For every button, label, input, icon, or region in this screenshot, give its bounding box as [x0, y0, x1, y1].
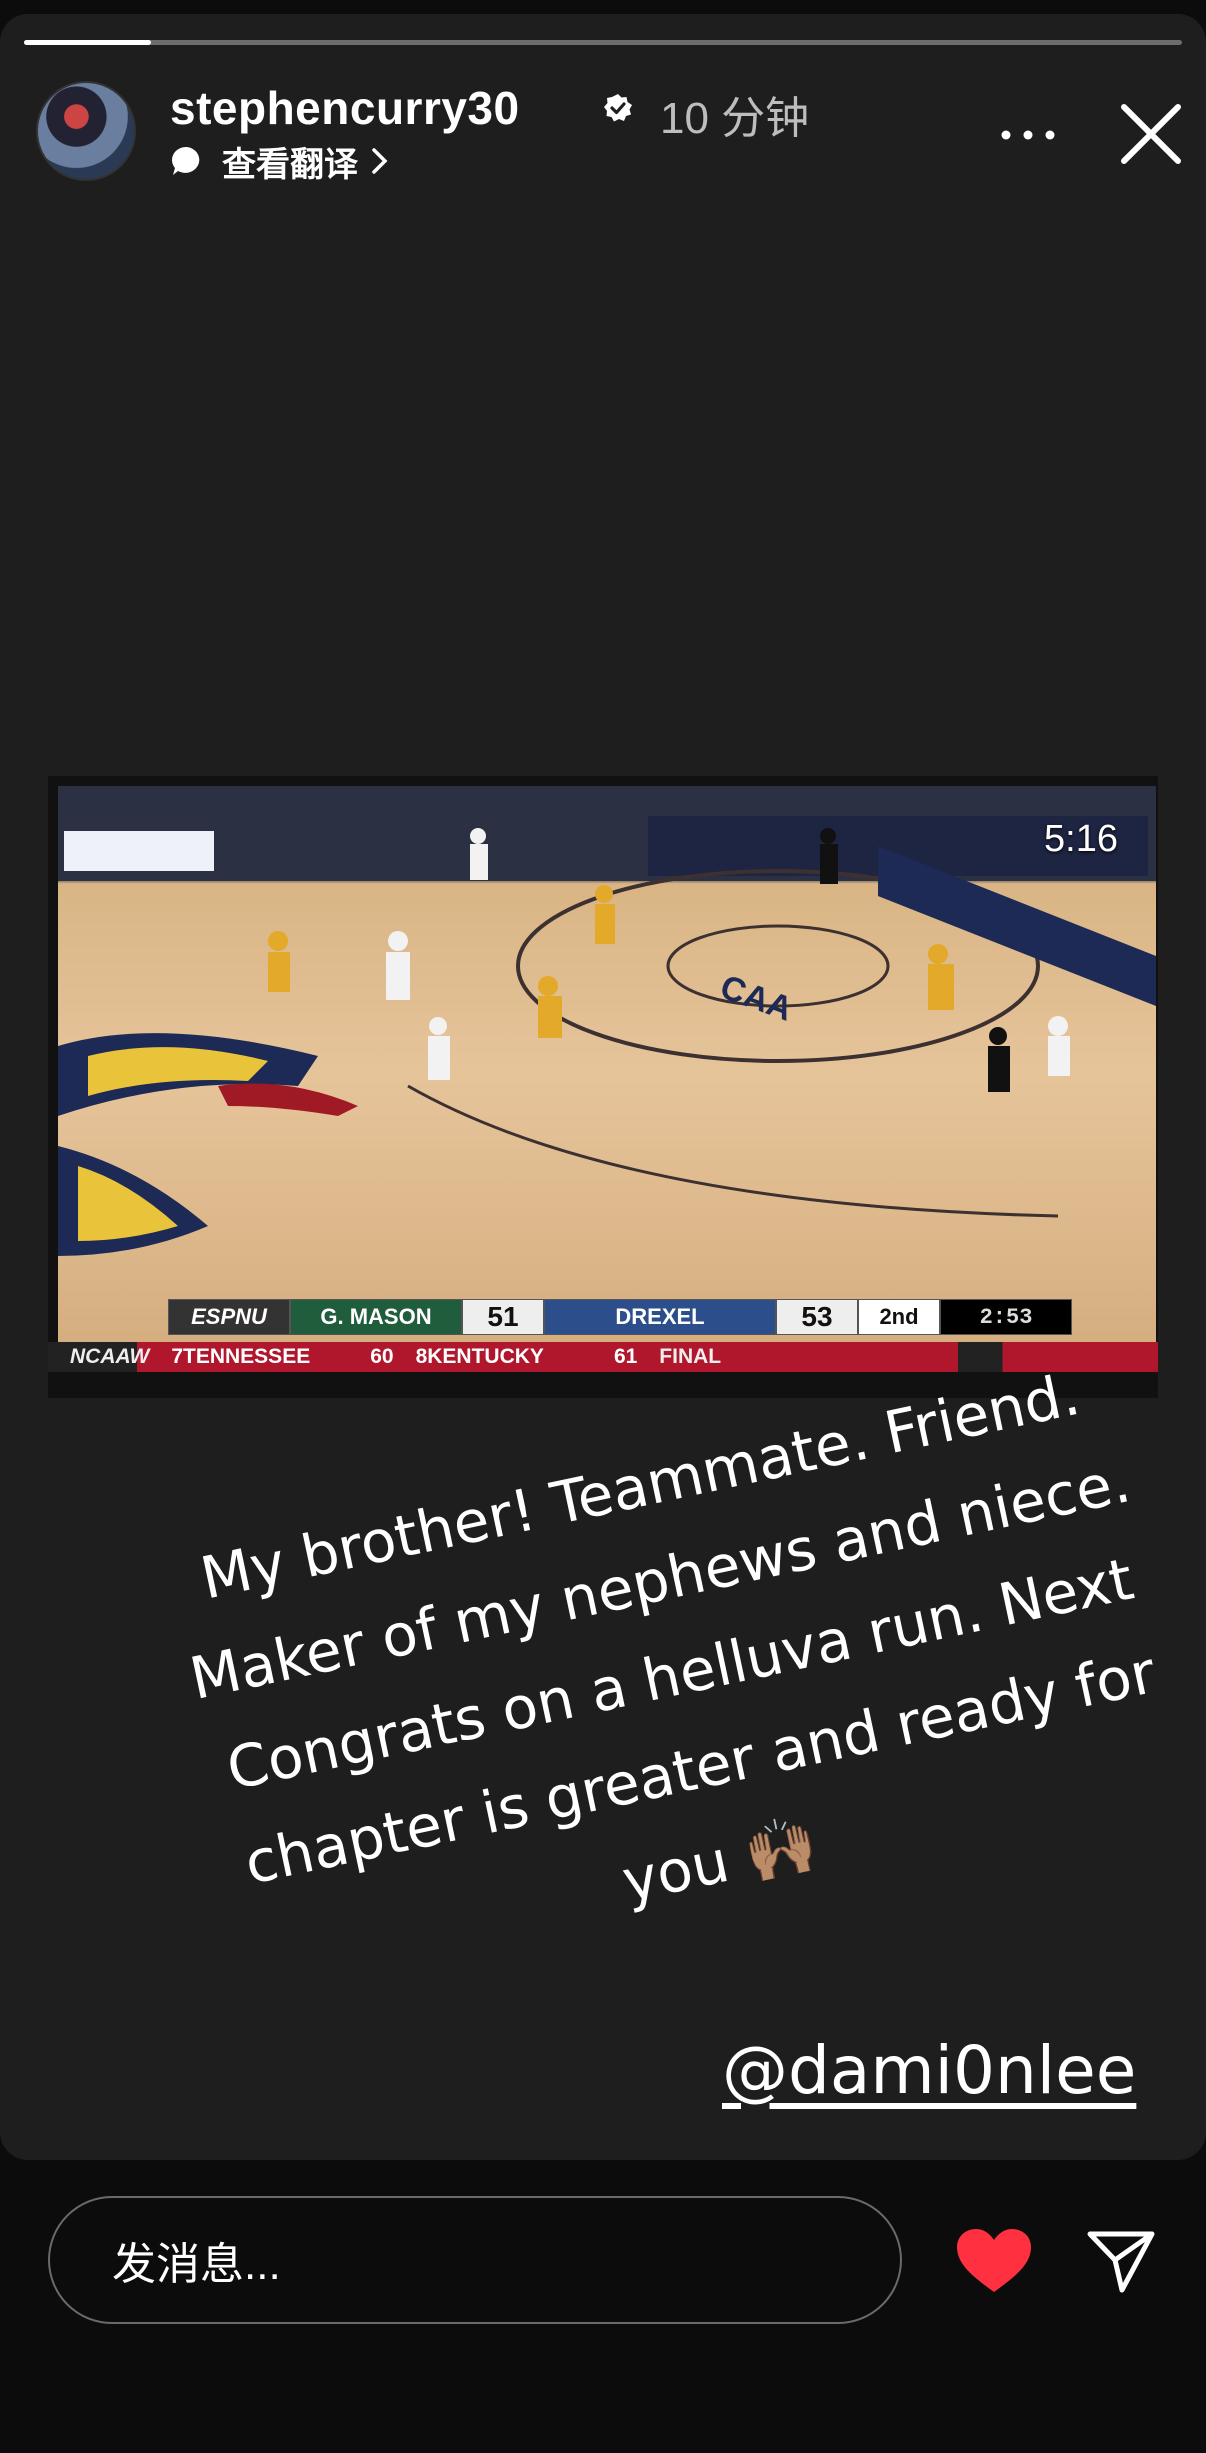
ticker-team2: 8KENTUCKY — [415, 1345, 544, 1368]
translate-label: 查看翻译 — [222, 145, 358, 184]
more-options-icon[interactable] — [996, 125, 1060, 145]
post-time: 10 分钟 — [660, 94, 810, 143]
story-progress-bar — [24, 40, 1182, 45]
story-caption: My brother! Teammate. Friend. Maker of m… — [112, 1329, 1206, 2019]
scoreboard-score1: 51 — [462, 1299, 544, 1335]
heart-icon[interactable] — [954, 2226, 1034, 2296]
avatar[interactable] — [36, 81, 136, 181]
scoreboard: ESPNU G. MASON 51 DREXEL 53 2nd 2:53 — [168, 1299, 1072, 1335]
scoreboard-score2: 53 — [776, 1299, 858, 1335]
verified-badge-icon — [604, 94, 632, 122]
scoreboard-period: 2nd — [858, 1299, 940, 1335]
scoreboard-network: ESPNU — [168, 1299, 290, 1335]
scoreboard-team2: DREXEL — [544, 1299, 776, 1335]
speech-bubble-icon — [172, 146, 200, 175]
scoreboard-team1: G. MASON — [290, 1299, 462, 1335]
close-icon[interactable] — [1116, 99, 1186, 169]
message-placeholder: 发消息... — [112, 2240, 281, 2289]
send-icon[interactable] — [1086, 2226, 1156, 2296]
story-progress-fill — [24, 40, 152, 45]
ticker-status: FINAL — [659, 1345, 722, 1368]
scoreboard-clock: 2:53 — [940, 1299, 1072, 1335]
user-mention[interactable]: @dami0nlee — [722, 2032, 1136, 2109]
ticker-score2: 61 — [613, 1345, 638, 1368]
court-graphics: CAA — [58, 786, 1156, 1256]
svg-text:CAA: CAA — [715, 968, 797, 1029]
story-header: stephencurry30 10 分钟 查看翻译 — [36, 69, 1181, 184]
ticker-team1: 7TENNESSEE — [171, 1345, 311, 1368]
username[interactable]: stephencurry30 — [170, 81, 520, 135]
basketball-court-image: CAA — [58, 786, 1156, 1361]
ticker-score1: 60 — [370, 1345, 394, 1368]
send-message-input[interactable]: 发消息... — [48, 2196, 902, 2324]
chevron-right-icon — [372, 148, 388, 174]
ticker-league: NCAAW — [70, 1345, 150, 1368]
translate-link[interactable]: 查看翻译 — [170, 139, 390, 184]
story-frame[interactable]: stephencurry30 10 分钟 查看翻译 CAA 5:16 ESPNU… — [0, 14, 1206, 2160]
video-duration: 5:16 — [1044, 818, 1118, 860]
video-frame[interactable]: CAA 5:16 ESPNU G. MASON 51 DREXEL 53 2nd… — [48, 776, 1158, 1398]
